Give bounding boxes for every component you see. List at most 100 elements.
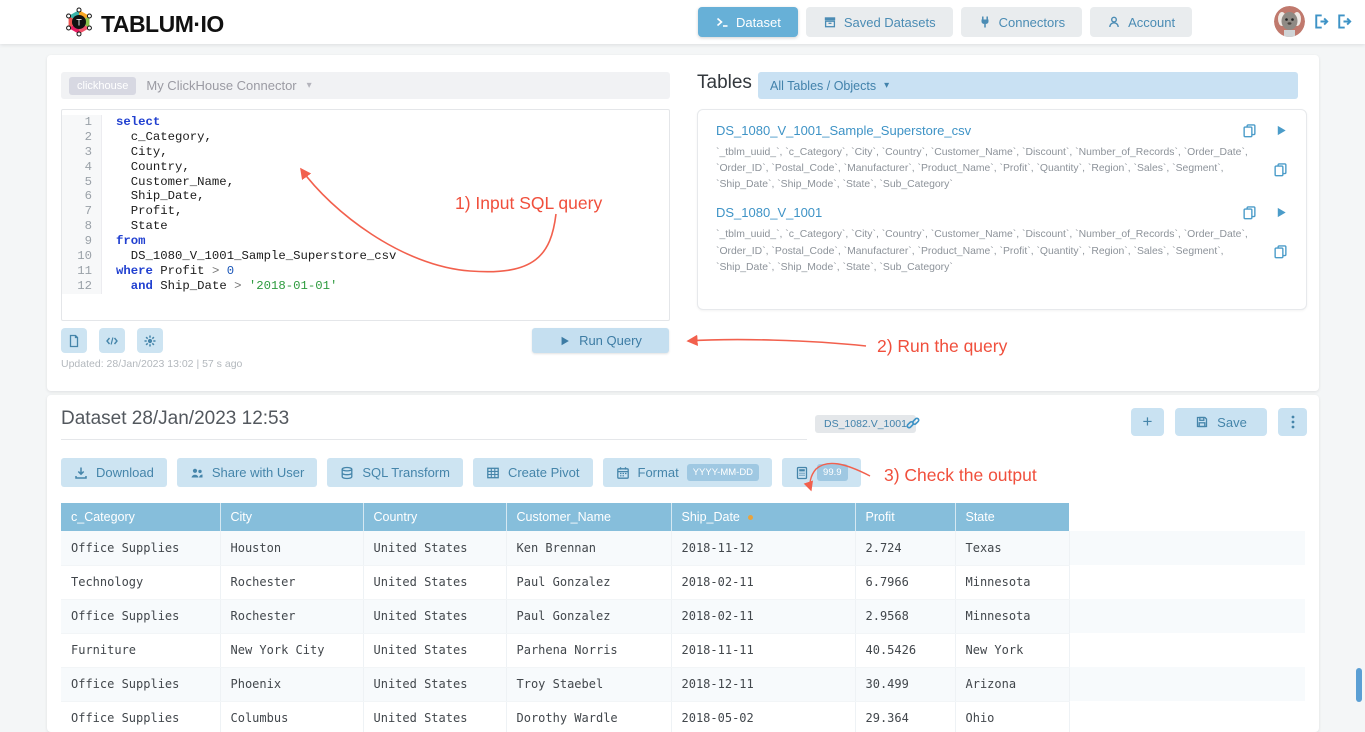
table-row[interactable]: FurnitureNew York CityUnited StatesParhe… — [61, 633, 1305, 667]
create-pivot-button[interactable]: Create Pivot — [473, 458, 593, 487]
table-cell: Paul Gonzalez — [506, 599, 671, 633]
table-name-link[interactable]: DS_1080_V_1001_Sample_Superstore_csv — [716, 123, 971, 138]
table-cell: Office Supplies — [61, 531, 220, 565]
table-cell: United States — [363, 599, 506, 633]
copy-icon[interactable] — [1242, 123, 1257, 138]
page-scrollbar[interactable] — [1356, 668, 1362, 702]
avatar[interactable] — [1274, 6, 1305, 37]
editor-line[interactable]: 10 DS_1080_V_1001_Sample_Superstore_csv — [62, 249, 669, 264]
copy-icon[interactable] — [1242, 205, 1257, 220]
play-icon[interactable] — [1275, 206, 1288, 219]
table-grid-icon — [486, 466, 500, 480]
code-text: select — [102, 115, 160, 130]
line-number: 3 — [62, 145, 102, 160]
download-icon — [74, 466, 88, 480]
column-header-c_category[interactable]: c_Category — [61, 503, 220, 531]
column-header-country[interactable]: Country — [363, 503, 506, 531]
file-button[interactable] — [61, 328, 87, 353]
gear-button[interactable] — [137, 328, 163, 353]
column-header-profit[interactable]: Profit — [855, 503, 955, 531]
annotation-run-query: 2) Run the query — [877, 336, 1007, 357]
logo[interactable]: T TABLUM·IO — [64, 7, 224, 42]
toolbar-label: Share with User — [212, 465, 304, 480]
connector-type-badge: clickhouse — [69, 77, 136, 95]
download-button[interactable]: Download — [61, 458, 167, 487]
editor-line[interactable]: 4 Country, — [62, 160, 669, 175]
toolbar-label: Create Pivot — [508, 465, 580, 480]
share-with-user-button[interactable]: Share with User — [177, 458, 317, 487]
table-cell: Ken Brennan — [506, 531, 671, 565]
format-number-button[interactable]: 99.9 — [782, 458, 861, 487]
sql-editor[interactable]: 1select2 c_Category,3 City,4 Country,5 C… — [61, 109, 670, 321]
column-header-state[interactable]: State — [955, 503, 1069, 531]
table-name-link[interactable]: DS_1080_V_1001 — [716, 205, 822, 220]
line-number: 12 — [62, 279, 102, 294]
query-card: clickhouse My ClickHouse Connector ▾ 1se… — [47, 55, 1319, 391]
table-row[interactable]: Office SuppliesColumbusUnited StatesDoro… — [61, 701, 1305, 732]
nav-dataset[interactable]: Dataset — [698, 7, 798, 37]
table-row[interactable]: Office SuppliesHoustonUnited StatesKen B… — [61, 531, 1305, 565]
file-icon — [67, 334, 81, 348]
add-dataset-button[interactable]: + — [1131, 408, 1164, 436]
editor-line[interactable]: 1select — [62, 115, 669, 130]
table-cell: 2018-02-11 — [671, 565, 855, 599]
code-text: DS_1080_V_1001_Sample_Superstore_csv — [102, 249, 396, 264]
column-header-city[interactable]: City — [220, 503, 363, 531]
line-number: 5 — [62, 175, 102, 190]
table-cell: Troy Staebel — [506, 667, 671, 701]
link-icon[interactable] — [905, 415, 921, 431]
more-options-button[interactable] — [1278, 408, 1307, 436]
editor-line[interactable]: 5 Customer_Name, — [62, 175, 669, 190]
editor-line[interactable]: 11where Profit > 0 — [62, 264, 669, 279]
column-header-ship_date[interactable]: Ship_Date — [671, 503, 855, 531]
code-text: Profit, — [102, 204, 182, 219]
editor-line[interactable]: 3 City, — [62, 145, 669, 160]
table-cell: 30.499 — [855, 667, 955, 701]
run-query-button[interactable]: Run Query — [532, 328, 669, 353]
line-number: 9 — [62, 234, 102, 249]
play-icon[interactable] — [1275, 124, 1288, 137]
table-cell: Dorothy Wardle — [506, 701, 671, 732]
code-text: from — [102, 234, 146, 249]
table-cell: Texas — [955, 531, 1069, 565]
result-grid-wrap: c_CategoryCityCountryCustomer_NameShip_D… — [61, 503, 1305, 732]
save-button[interactable]: Save — [1175, 408, 1267, 436]
code-text: and Ship_Date > '2018-01-01' — [102, 279, 337, 294]
nav-connectors[interactable]: Connectors — [961, 7, 1082, 37]
toolbar-label: Format — [638, 465, 679, 480]
save-icon — [1195, 415, 1209, 429]
copy-columns-icon[interactable] — [1273, 162, 1288, 177]
editor-line[interactable]: 9from — [62, 234, 669, 249]
code-text: City, — [102, 145, 168, 160]
editor-line[interactable]: 8 State — [62, 219, 669, 234]
editor-line[interactable]: 2 c_Category, — [62, 130, 669, 145]
nav-account[interactable]: Account — [1090, 7, 1192, 37]
table-row[interactable]: TechnologyRochesterUnited StatesPaul Gon… — [61, 565, 1305, 599]
logout-icon[interactable] — [1312, 13, 1329, 30]
code-button[interactable] — [99, 328, 125, 353]
code-icon — [105, 334, 119, 348]
connector-select[interactable]: clickhouse My ClickHouse Connector ▾ — [61, 72, 670, 99]
editor-line[interactable]: 12 and Ship_Date > '2018-01-01' — [62, 279, 669, 294]
calendar-icon — [616, 466, 630, 480]
column-header-customer_name[interactable]: Customer_Name — [506, 503, 671, 531]
toolbar-badge: YYYY-MM-DD — [687, 464, 759, 481]
logout-alt-icon[interactable] — [1335, 13, 1352, 30]
copy-columns-icon[interactable] — [1273, 244, 1288, 259]
table-cell: Minnesota — [955, 565, 1069, 599]
sql-transform-button[interactable]: SQL Transform — [327, 458, 463, 487]
table-cell: 2018-11-11 — [671, 633, 855, 667]
row-filler — [1069, 599, 1305, 633]
table-row[interactable]: Office SuppliesPhoenixUnited StatesTroy … — [61, 667, 1305, 701]
title-divider — [61, 439, 807, 440]
nav-saved-datasets[interactable]: Saved Datasets — [806, 7, 953, 37]
tables-filter-dropdown[interactable]: All Tables / Objects ▾ — [758, 72, 1298, 99]
row-filler — [1069, 701, 1305, 732]
format-button[interactable]: Format YYYY-MM-DD — [603, 458, 773, 487]
toolbar-badge: 99.9 — [817, 464, 848, 481]
table-cell: 40.5426 — [855, 633, 955, 667]
logo-text: TABLUM·IO — [101, 11, 224, 38]
chevron-down-icon: ▾ — [884, 80, 889, 91]
table-row[interactable]: Office SuppliesRochesterUnited StatesPau… — [61, 599, 1305, 633]
table-cell: Parhena Norris — [506, 633, 671, 667]
